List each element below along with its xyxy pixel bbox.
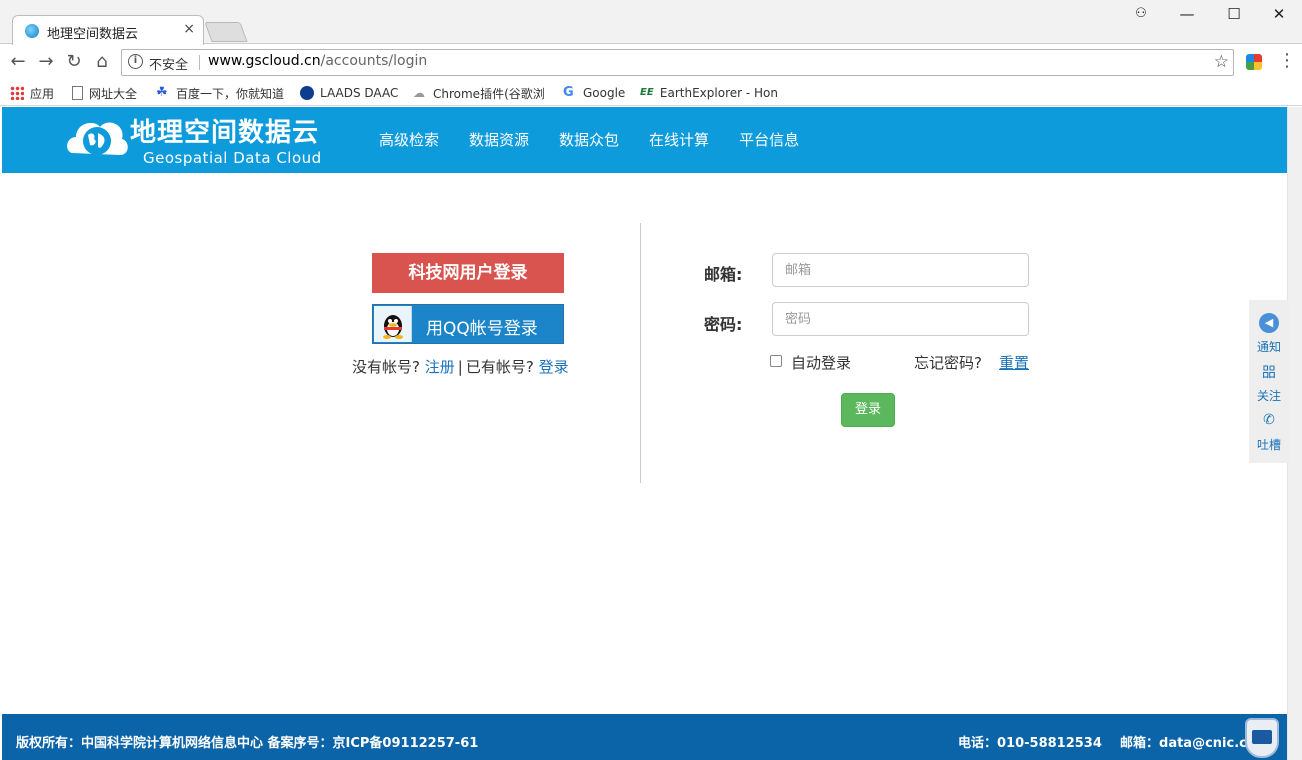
bookmark-apps[interactable]: 应用 bbox=[10, 84, 54, 102]
nasa-icon bbox=[300, 86, 314, 100]
phone-icon[interactable]: ✆ bbox=[1249, 412, 1289, 428]
qq-penguin-icon bbox=[374, 306, 412, 342]
bookmark-earthexplorer[interactable]: EE EarthExplorer - Hon bbox=[640, 84, 778, 102]
close-window-button[interactable]: ✕ bbox=[1256, 2, 1302, 26]
omnibox-divider bbox=[199, 55, 200, 70]
site-header: 地理空间数据云 Geospatial Data Cloud 高级检索 数据资源 … bbox=[2, 107, 1287, 173]
vertical-divider bbox=[640, 223, 641, 483]
password-label: 密码: bbox=[704, 315, 743, 334]
ee-icon: EE bbox=[640, 87, 654, 98]
nav-online-computing[interactable]: 在线计算 bbox=[649, 129, 709, 150]
browser-toolbar: ← → ↻ ⌂ i 不安全 www.gscloud.cn/accounts/lo… bbox=[0, 45, 1302, 79]
browser-titlebar: 地理空间数据云 × ⚇ — ☐ ✕ bbox=[0, 0, 1302, 45]
bookmark-google[interactable]: G Google bbox=[563, 84, 625, 102]
link-separator: | bbox=[457, 358, 463, 376]
register-link[interactable]: 注册 bbox=[425, 358, 455, 376]
login-content: 科技网用户登录 用QQ帐号登录 没有帐号? 注册|已有帐号? 登录 邮箱: 密码… bbox=[2, 173, 1289, 714]
profile-icon[interactable]: ⚇ bbox=[1118, 2, 1164, 26]
bookmark-baidu[interactable]: ☘ 百度一下，你就知道 bbox=[156, 84, 284, 102]
insecure-label: 不安全 bbox=[149, 58, 189, 73]
bookmark-label: EarthExplorer - Hon bbox=[659, 86, 778, 100]
menu-dots-icon[interactable]: ⋮ bbox=[1278, 49, 1296, 73]
login-submit-button[interactable]: 登录 bbox=[841, 393, 895, 427]
qr-code-icon[interactable]: 㗊 bbox=[1249, 362, 1289, 382]
follow-link[interactable]: 关注 bbox=[1249, 387, 1289, 404]
globe-cloud-logo-icon[interactable] bbox=[64, 113, 130, 167]
reset-password-link[interactable]: 重置 bbox=[999, 352, 1029, 373]
site-footer: 版权所有：中国科学院计算机网络信息中心 备案序号：京ICP备09112257-6… bbox=[2, 714, 1287, 760]
minimize-button[interactable]: — bbox=[1164, 2, 1210, 26]
apps-grid-icon bbox=[10, 86, 24, 100]
bookmark-label: 百度一下，你就知道 bbox=[176, 86, 285, 101]
extension-icon[interactable] bbox=[1246, 54, 1262, 70]
account-links: 没有帐号? 注册 | 已有帐号? 登录 bbox=[352, 356, 569, 377]
baidu-paw-icon: ☘ bbox=[156, 85, 168, 100]
page-icon bbox=[72, 86, 83, 100]
footer-email: 邮箱：data@cnic.cn bbox=[1120, 736, 1257, 751]
logo-title-en: Geospatial Data Cloud bbox=[143, 149, 322, 167]
back-arrow-icon[interactable]: ← bbox=[6, 50, 30, 74]
footer-phone: 电话：010-58812534 bbox=[958, 736, 1102, 751]
nav-platform-info[interactable]: 平台信息 bbox=[739, 129, 799, 150]
speaker-icon[interactable]: ◀ bbox=[1259, 313, 1279, 333]
tab-title: 地理空间数据云 bbox=[47, 27, 139, 42]
footer-contact: 电话：010-58812534 邮箱：data@cnic.cn bbox=[958, 732, 1256, 751]
feedback-link[interactable]: 吐槽 bbox=[1249, 436, 1289, 453]
bookmark-label: Chrome插件(谷歌浏 bbox=[433, 86, 545, 101]
no-account-text: 没有帐号? bbox=[352, 358, 420, 376]
bookmark-chrome-ext[interactable]: ☁ Chrome插件(谷歌浏 bbox=[413, 84, 550, 102]
nav-data-crowdsourcing[interactable]: 数据众包 bbox=[559, 129, 619, 150]
page-scrollbar[interactable] bbox=[1287, 107, 1302, 760]
qq-login-button[interactable]: 用QQ帐号登录 bbox=[372, 304, 564, 344]
nav-advanced-search[interactable]: 高级检索 bbox=[379, 129, 439, 150]
bookmark-label: Google bbox=[583, 86, 626, 100]
email-label: 邮箱: bbox=[704, 265, 743, 284]
url-path: /accounts/login bbox=[320, 53, 428, 69]
forgot-password-text: 忘记密码? bbox=[914, 354, 982, 372]
forward-arrow-icon[interactable]: → bbox=[34, 50, 58, 74]
bookmark-label: 网址大全 bbox=[89, 86, 138, 101]
url-host: www.gscloud.cn bbox=[208, 53, 321, 69]
footer-copyright: 版权所有：中国科学院计算机网络信息中心 备案序号：京ICP备09112257-6… bbox=[16, 736, 479, 751]
browser-tab[interactable]: 地理空间数据云 × bbox=[12, 15, 204, 45]
site-favicon-icon bbox=[25, 24, 39, 38]
side-float-panel: ◀ 通知 㗊 关注 ✆ 吐槽 bbox=[1249, 300, 1289, 463]
notice-link[interactable]: 通知 bbox=[1249, 338, 1289, 355]
password-input[interactable] bbox=[772, 302, 1029, 336]
login-link[interactable]: 登录 bbox=[539, 358, 569, 376]
reload-icon[interactable]: ↻ bbox=[62, 50, 86, 74]
kejiwang-login-button[interactable]: 科技网用户登录 bbox=[372, 253, 564, 293]
bookmark-label: 应用 bbox=[30, 86, 55, 101]
qq-login-label: 用QQ帐号登录 bbox=[426, 319, 538, 339]
chrome-ext-icon: ☁ bbox=[413, 86, 425, 100]
have-account-text: 已有帐号? bbox=[465, 358, 534, 376]
url-text[interactable]: www.gscloud.cn/accounts/login bbox=[208, 53, 427, 69]
auto-login-label: 自动登录 bbox=[791, 354, 852, 372]
bookmark-laads[interactable]: LAADS DAAC bbox=[300, 84, 398, 102]
auto-login-checkbox[interactable] bbox=[770, 355, 782, 367]
home-icon[interactable]: ⌂ bbox=[90, 50, 114, 74]
nav-data-resources[interactable]: 数据资源 bbox=[469, 129, 529, 150]
bookmark-label: LAADS DAAC bbox=[320, 86, 399, 100]
main-nav: 高级检索 数据资源 数据众包 在线计算 平台信息 bbox=[379, 129, 799, 150]
bookmark-star-icon[interactable]: ☆ bbox=[1214, 52, 1229, 72]
security-badge-icon[interactable] bbox=[1245, 718, 1279, 758]
logo-title-cn: 地理空间数据云 bbox=[130, 118, 320, 148]
new-tab-button[interactable] bbox=[204, 22, 248, 42]
address-bar[interactable]: i 不安全 www.gscloud.cn/accounts/login ☆ bbox=[121, 49, 1234, 76]
bookmarks-bar: 应用 网址大全 ☘ 百度一下，你就知道 LAADS DAAC ☁ Chrome插… bbox=[0, 79, 1302, 106]
google-g-icon: G bbox=[563, 85, 574, 100]
tab-close-icon[interactable]: × bbox=[183, 21, 195, 37]
email-input[interactable] bbox=[772, 253, 1029, 287]
maximize-button[interactable]: ☐ bbox=[1211, 2, 1257, 26]
info-icon[interactable]: i bbox=[128, 54, 143, 69]
bookmark-wangzhi[interactable]: 网址大全 bbox=[72, 84, 137, 102]
